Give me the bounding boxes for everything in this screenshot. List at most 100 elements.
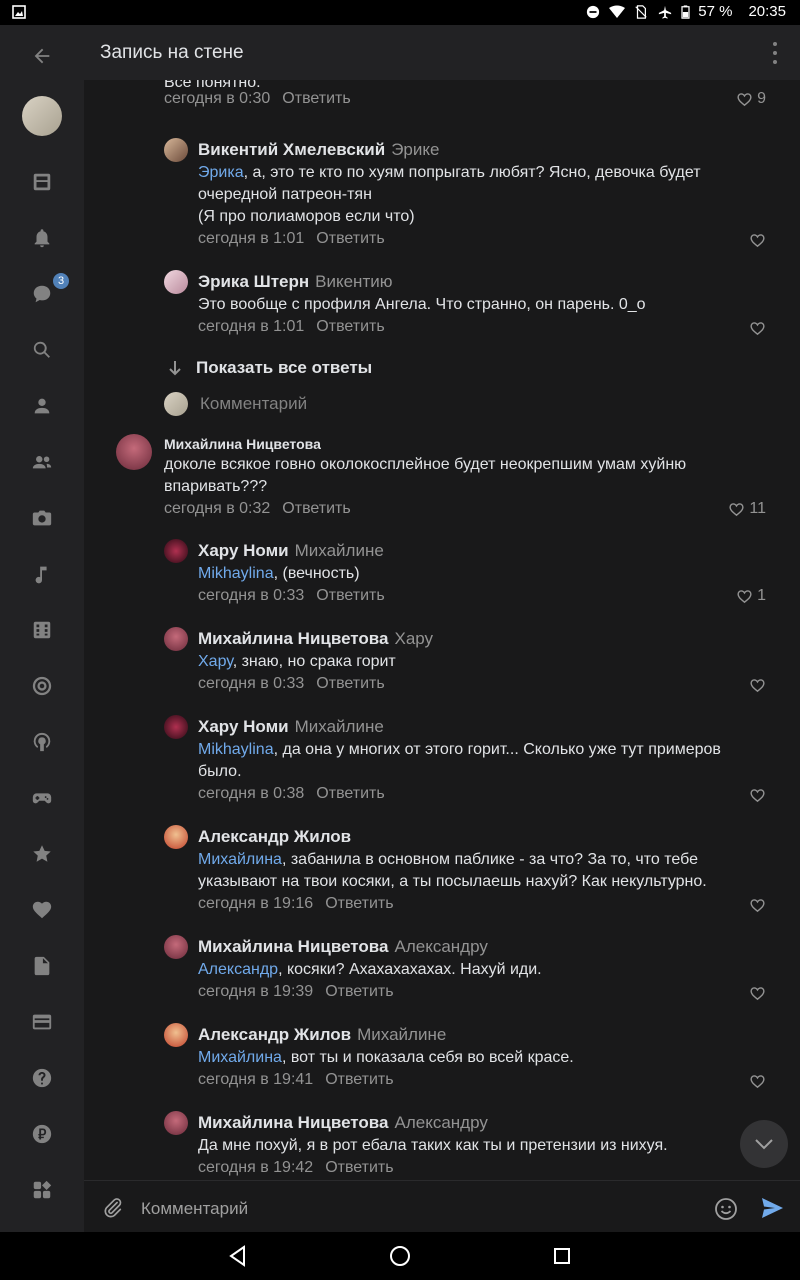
help-icon: [32, 1068, 52, 1088]
reply-button[interactable]: Ответить: [316, 230, 384, 247]
inline-comment-field[interactable]: Комментарий: [164, 392, 307, 416]
author-name[interactable]: Михайлина Ницветова: [198, 937, 388, 956]
reply-button[interactable]: Ответить: [325, 1071, 393, 1088]
avatar[interactable]: [164, 935, 188, 959]
sidebar-item-profile[interactable]: [22, 386, 62, 426]
sidebar-item-podcasts[interactable]: [22, 722, 62, 762]
comment-author[interactable]: Викентий Хмелевский Эрике: [198, 140, 439, 160]
send-icon[interactable]: [760, 1197, 784, 1219]
sidebar-item-music[interactable]: [22, 554, 62, 594]
mention-link[interactable]: Михайлина: [198, 1049, 282, 1066]
mention-link[interactable]: Хару: [198, 653, 233, 670]
comment-time: сегодня в 19:42: [198, 1159, 314, 1176]
mention-link[interactable]: Mikhaylina: [198, 741, 274, 758]
reply-button[interactable]: Ответить: [316, 587, 384, 604]
author-name[interactable]: Михайлина Ницветова: [198, 629, 388, 648]
like-button[interactable]: 11: [728, 500, 766, 518]
credit-card-icon: [32, 1014, 52, 1030]
sidebar-item-liked[interactable]: [22, 890, 62, 930]
avatar[interactable]: [22, 96, 62, 136]
sidebar-item-search[interactable]: [22, 330, 62, 370]
mention-link[interactable]: Александр: [198, 961, 278, 978]
like-button[interactable]: [749, 787, 766, 804]
mention-link[interactable]: Михайлина: [198, 851, 282, 868]
comment-author[interactable]: Михайлина Ницветова Александру: [198, 937, 488, 957]
scroll-down-button[interactable]: [740, 1120, 788, 1168]
avatar[interactable]: [164, 1023, 188, 1047]
sidebar-item-news[interactable]: [22, 162, 62, 202]
avatar[interactable]: [164, 539, 188, 563]
comment-text: Mikhaylina, (вечность): [198, 563, 778, 585]
like-button[interactable]: 1: [736, 587, 766, 605]
paperclip-icon[interactable]: [102, 1197, 124, 1219]
sidebar-item-bookmarks[interactable]: [22, 834, 62, 874]
sidebar-item-payments[interactable]: [22, 1002, 62, 1042]
avatar[interactable]: [116, 434, 152, 470]
mention-link[interactable]: Эрика: [198, 164, 244, 181]
more-options-button[interactable]: [770, 42, 780, 64]
like-button[interactable]: [749, 897, 766, 914]
like-button[interactable]: [749, 320, 766, 337]
author-name[interactable]: Викентий Хмелевский: [198, 140, 385, 159]
comment-author[interactable]: Хару Номи Михайлине: [198, 541, 384, 561]
comment-input[interactable]: Комментарий: [141, 1199, 248, 1219]
sidebar-item-video[interactable]: [22, 610, 62, 650]
sidebar-item-documents[interactable]: [22, 946, 62, 986]
reply-button[interactable]: Ответить: [316, 785, 384, 802]
like-button[interactable]: 9: [736, 90, 766, 108]
like-button[interactable]: [749, 1073, 766, 1090]
comment-meta: сегодня в 0:33 Ответить: [198, 587, 385, 605]
reply-button[interactable]: Ответить: [325, 895, 393, 912]
inline-comment-placeholder: Комментарий: [200, 394, 308, 413]
avatar[interactable]: [164, 1111, 188, 1135]
like-button[interactable]: [749, 677, 766, 694]
nav-back-icon[interactable]: [226, 1244, 250, 1268]
back-button[interactable]: [22, 36, 62, 76]
text-line: (Я про полиаморов если что): [198, 208, 415, 225]
avatar[interactable]: [164, 138, 188, 162]
author-name[interactable]: Хару Номи: [198, 541, 289, 560]
mention-link[interactable]: Mikhaylina: [198, 565, 274, 582]
sidebar-item-services[interactable]: [22, 1170, 62, 1210]
reply-button[interactable]: Ответить: [325, 1159, 393, 1176]
author-name[interactable]: Эрика Штерн: [198, 272, 309, 291]
author-name[interactable]: Михайлина Ницветова: [198, 1113, 388, 1132]
reply-button[interactable]: Ответить: [282, 500, 350, 517]
author-name[interactable]: Александр Жилов: [198, 1025, 351, 1044]
sidebar-item-games[interactable]: [22, 778, 62, 818]
avatar[interactable]: [164, 270, 188, 294]
sidebar-item-vk-pay[interactable]: [22, 1114, 62, 1154]
avatar[interactable]: [164, 627, 188, 651]
reply-button[interactable]: Ответить: [316, 318, 384, 335]
comment-author[interactable]: Александр Жилов Михайлине: [198, 1025, 446, 1045]
emoji-icon[interactable]: [714, 1197, 738, 1221]
avatar[interactable]: [164, 825, 188, 849]
comment-author[interactable]: Александр Жилов: [198, 827, 351, 847]
reply-button[interactable]: Ответить: [316, 675, 384, 692]
author-name[interactable]: Александр Жилов: [198, 827, 351, 846]
chevron-down-icon: [755, 1139, 773, 1150]
comments-feed[interactable]: Все понятно. сегодня в 0:30 Ответить 9 Ви…: [84, 80, 800, 1180]
comment-author[interactable]: Михайлина Ницветова Александру: [198, 1113, 488, 1133]
heart-outline-icon: [750, 987, 765, 1001]
author-name[interactable]: Хару Номи: [198, 717, 289, 736]
avatar[interactable]: [164, 715, 188, 739]
like-button[interactable]: [749, 232, 766, 249]
sidebar-item-photos[interactable]: [22, 498, 62, 538]
comment-author[interactable]: Хару Номи Михайлине: [198, 717, 384, 737]
like-button[interactable]: [749, 985, 766, 1002]
sidebar-item-notifications[interactable]: [22, 218, 62, 258]
comment-author[interactable]: Михайлина Ницветова: [164, 436, 321, 452]
reply-button[interactable]: Ответить: [325, 983, 393, 1000]
comment-author[interactable]: Михайлина Ницветова Хару: [198, 629, 433, 649]
nav-recents-icon[interactable]: [550, 1244, 574, 1268]
sidebar-item-help[interactable]: [22, 1058, 62, 1098]
sidebar-item-friends[interactable]: [22, 442, 62, 482]
sidebar-item-live[interactable]: [22, 666, 62, 706]
reply-to: Александру: [394, 1113, 488, 1132]
comment-time: сегодня в 0:30: [164, 90, 271, 107]
reply-button[interactable]: Ответить: [282, 90, 350, 107]
show-all-replies-button[interactable]: Показать все ответы: [168, 358, 372, 378]
comment-author[interactable]: Эрика Штерн Викентию: [198, 272, 392, 292]
nav-home-icon[interactable]: [388, 1244, 412, 1268]
